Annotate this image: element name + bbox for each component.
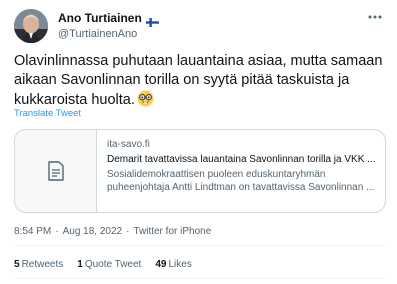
tweet-stats: 5 Retweets 1 Quote Tweet 49 Likes	[14, 259, 192, 270]
display-name[interactable]: Ano Turtiainen	[58, 11, 142, 25]
tweet-meta: 8:54 PM · Aug 18, 2022 · Twitter for iPh…	[14, 226, 211, 237]
avatar[interactable]	[14, 9, 48, 43]
likes-label: Likes	[168, 259, 192, 270]
retweets-label: Retweets	[21, 259, 64, 270]
card-body: ita-savo.fi Demarit tavattavissa lauanta…	[97, 130, 385, 212]
tweet: Ano Turtiainen @TurtiainenAno Olavinlinn…	[0, 0, 397, 284]
link-preview-card[interactable]: ita-savo.fi Demarit tavattavissa lauanta…	[14, 129, 386, 213]
document-icon	[47, 161, 64, 181]
meta-separator: ·	[126, 226, 130, 237]
user-handle[interactable]: @TurtiainenAno	[58, 28, 159, 40]
meta-separator: ·	[55, 226, 59, 237]
user-avatar-photo-icon	[14, 9, 48, 43]
divider	[14, 278, 386, 279]
retweets-count: 5	[14, 259, 20, 270]
author-block: Ano Turtiainen @TurtiainenAno	[58, 10, 160, 40]
nerd-face-emoji-icon	[137, 90, 154, 107]
tweet-date[interactable]: Aug 18, 2022	[63, 226, 123, 237]
divider	[14, 245, 386, 246]
likes-count: 49	[155, 259, 167, 270]
tweet-text-content: Olavinlinnassa puhutaan lauantaina asiaa…	[14, 53, 383, 108]
retweets-stat[interactable]: 5 Retweets	[14, 259, 63, 270]
finland-flag-icon	[145, 14, 160, 27]
card-title: Demarit tavattavissa lauantaina Savonlin…	[107, 154, 376, 165]
quote-tweets-stat[interactable]: 1 Quote Tweet	[77, 259, 141, 270]
tweet-source[interactable]: Twitter for iPhone	[133, 226, 211, 237]
translate-tweet-link[interactable]: Translate Tweet	[14, 108, 81, 119]
tweet-time[interactable]: 8:54 PM	[14, 226, 51, 237]
likes-stat[interactable]: 49 Likes	[155, 259, 191, 270]
card-thumbnail	[15, 130, 97, 212]
card-description: Sosialidemokraattisen puoleen eduskuntar…	[107, 169, 375, 193]
tweet-text: Olavinlinnassa puhutaan lauantaina asiaa…	[14, 52, 386, 110]
name-row: Ano Turtiainen	[58, 10, 160, 27]
card-domain: ita-savo.fi	[107, 139, 150, 150]
more-horizontal-icon[interactable]	[364, 9, 386, 25]
tweet-header: Ano Turtiainen @TurtiainenAno	[14, 9, 386, 45]
quotes-count: 1	[77, 259, 83, 270]
quotes-label: Quote Tweet	[84, 259, 142, 270]
